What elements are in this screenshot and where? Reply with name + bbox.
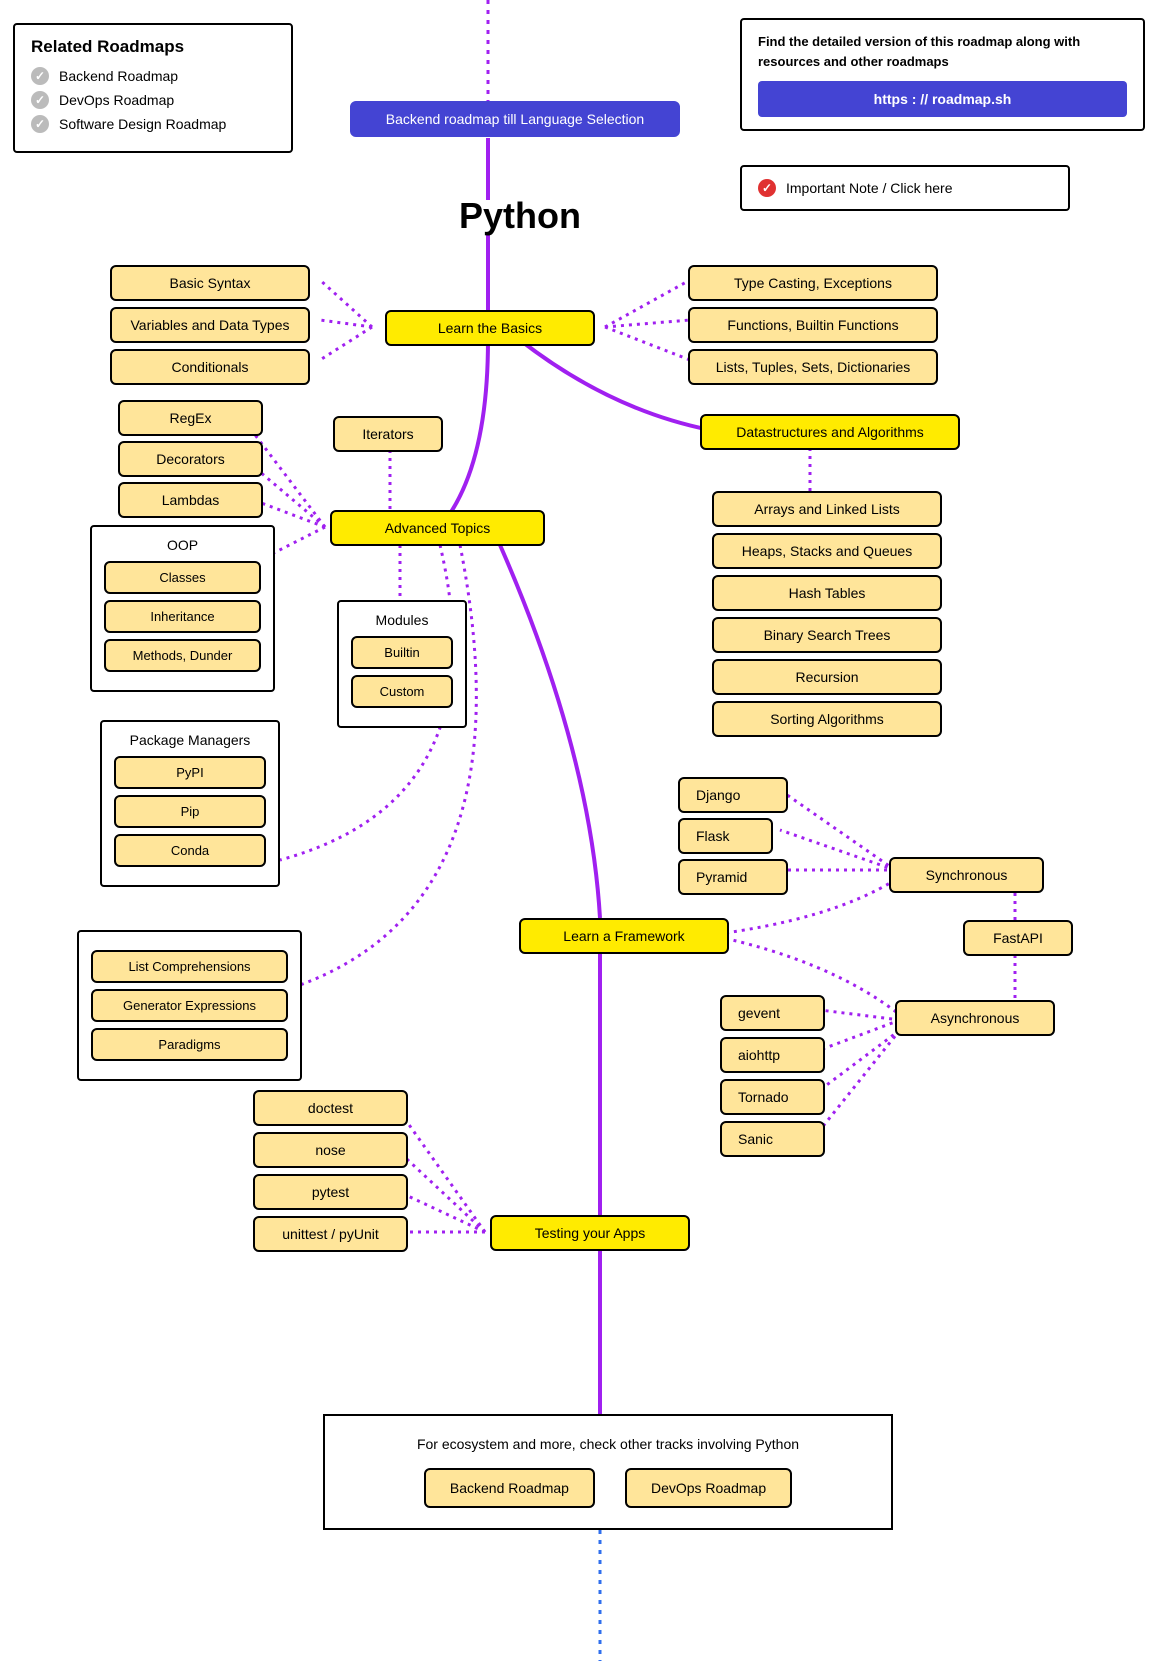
- flask-node[interactable]: Flask: [678, 818, 773, 854]
- info-description: Find the detailed version of this roadma…: [758, 32, 1127, 71]
- important-note-box[interactable]: ✓ Important Note / Click here: [740, 165, 1070, 211]
- learn-basics-node[interactable]: Learn the Basics: [385, 310, 595, 346]
- doctest-node[interactable]: doctest: [253, 1090, 408, 1126]
- extras-group: List Comprehensions Generator Expression…: [77, 930, 302, 1081]
- oop-group: OOP Classes Inheritance Methods, Dunder: [90, 525, 275, 692]
- pkg-title: Package Managers: [114, 732, 266, 748]
- tornado-node[interactable]: Tornado: [720, 1079, 825, 1115]
- check-icon: ✓: [31, 91, 49, 109]
- lists-node[interactable]: Lists, Tuples, Sets, Dictionaries: [688, 349, 938, 385]
- custom-node[interactable]: Custom: [351, 675, 453, 708]
- modules-title: Modules: [351, 612, 453, 628]
- pytest-node[interactable]: pytest: [253, 1174, 408, 1210]
- footer-devops-button[interactable]: DevOps Roadmap: [625, 1468, 792, 1508]
- pypi-node[interactable]: PyPI: [114, 756, 266, 789]
- asynchronous-node[interactable]: Asynchronous: [895, 1000, 1055, 1036]
- info-box: Find the detailed version of this roadma…: [740, 18, 1145, 131]
- regex-node[interactable]: RegEx: [118, 400, 263, 436]
- oop-title: OOP: [104, 537, 261, 553]
- hashtables-node[interactable]: Hash Tables: [712, 575, 942, 611]
- basic-syntax-node[interactable]: Basic Syntax: [110, 265, 310, 301]
- check-icon: ✓: [31, 67, 49, 85]
- testing-node[interactable]: Testing your Apps: [490, 1215, 690, 1251]
- sorting-node[interactable]: Sorting Algorithms: [712, 701, 942, 737]
- related-label: Software Design Roadmap: [59, 116, 226, 132]
- genexpr-node[interactable]: Generator Expressions: [91, 989, 288, 1022]
- inheritance-node[interactable]: Inheritance: [104, 600, 261, 633]
- bst-node[interactable]: Binary Search Trees: [712, 617, 942, 653]
- conda-node[interactable]: Conda: [114, 834, 266, 867]
- footer-box: For ecosystem and more, check other trac…: [323, 1414, 893, 1530]
- related-roadmaps-title: Related Roadmaps: [31, 37, 275, 57]
- conditionals-node[interactable]: Conditionals: [110, 349, 310, 385]
- related-item-backend[interactable]: ✓ Backend Roadmap: [31, 67, 275, 85]
- related-label: DevOps Roadmap: [59, 92, 174, 108]
- check-icon: ✓: [31, 115, 49, 133]
- gevent-node[interactable]: gevent: [720, 995, 825, 1031]
- footer-text: For ecosystem and more, check other trac…: [349, 1436, 867, 1452]
- fastapi-node[interactable]: FastAPI: [963, 920, 1073, 956]
- listcomp-node[interactable]: List Comprehensions: [91, 950, 288, 983]
- sanic-node[interactable]: Sanic: [720, 1121, 825, 1157]
- arrays-node[interactable]: Arrays and Linked Lists: [712, 491, 942, 527]
- builtin-node[interactable]: Builtin: [351, 636, 453, 669]
- related-item-swdesign[interactable]: ✓ Software Design Roadmap: [31, 115, 275, 133]
- typecasting-node[interactable]: Type Casting, Exceptions: [688, 265, 938, 301]
- pyramid-node[interactable]: Pyramid: [678, 859, 788, 895]
- important-note-label: Important Note / Click here: [786, 180, 953, 196]
- unittest-node[interactable]: unittest / pyUnit: [253, 1216, 408, 1252]
- classes-node[interactable]: Classes: [104, 561, 261, 594]
- iterators-node[interactable]: Iterators: [333, 416, 443, 452]
- page-title: Python: [420, 195, 620, 237]
- learn-framework-node[interactable]: Learn a Framework: [519, 918, 729, 954]
- django-node[interactable]: Django: [678, 777, 788, 813]
- related-label: Backend Roadmap: [59, 68, 178, 84]
- heaps-node[interactable]: Heaps, Stacks and Queues: [712, 533, 942, 569]
- decorators-node[interactable]: Decorators: [118, 441, 263, 477]
- nose-node[interactable]: nose: [253, 1132, 408, 1168]
- functions-node[interactable]: Functions, Builtin Functions: [688, 307, 938, 343]
- backend-roadmap-link[interactable]: Backend roadmap till Language Selection: [350, 101, 680, 137]
- related-roadmaps-box: Related Roadmaps ✓ Backend Roadmap ✓ Dev…: [13, 23, 293, 153]
- synchronous-node[interactable]: Synchronous: [889, 857, 1044, 893]
- roadmap-link-button[interactable]: https : // roadmap.sh: [758, 81, 1127, 117]
- methods-node[interactable]: Methods, Dunder: [104, 639, 261, 672]
- variables-node[interactable]: Variables and Data Types: [110, 307, 310, 343]
- alert-icon: ✓: [758, 179, 776, 197]
- aiohttp-node[interactable]: aiohttp: [720, 1037, 825, 1073]
- advanced-topics-node[interactable]: Advanced Topics: [330, 510, 545, 546]
- paradigms-node[interactable]: Paradigms: [91, 1028, 288, 1061]
- recursion-node[interactable]: Recursion: [712, 659, 942, 695]
- dsa-node[interactable]: Datastructures and Algorithms: [700, 414, 960, 450]
- lambdas-node[interactable]: Lambdas: [118, 482, 263, 518]
- modules-group: Modules Builtin Custom: [337, 600, 467, 728]
- related-item-devops[interactable]: ✓ DevOps Roadmap: [31, 91, 275, 109]
- pkg-group: Package Managers PyPI Pip Conda: [100, 720, 280, 887]
- pip-node[interactable]: Pip: [114, 795, 266, 828]
- footer-backend-button[interactable]: Backend Roadmap: [424, 1468, 595, 1508]
